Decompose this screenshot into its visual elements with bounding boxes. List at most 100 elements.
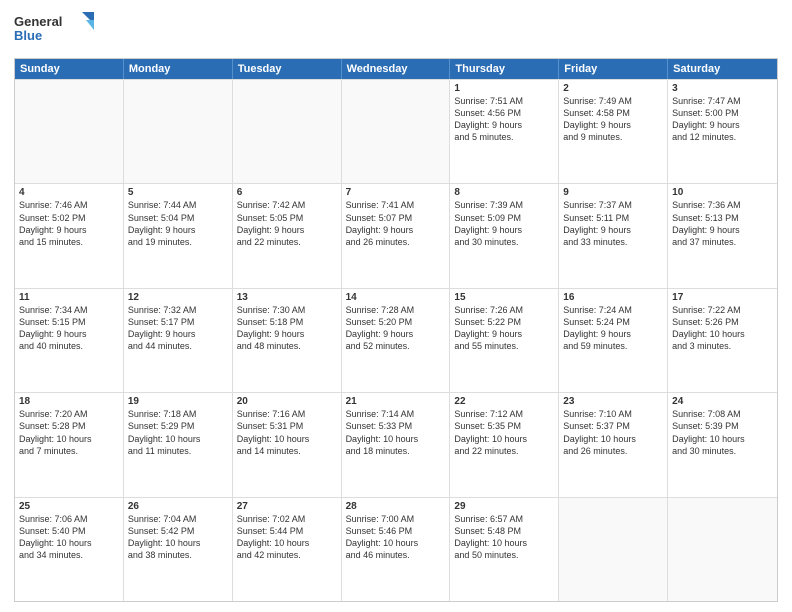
- day-header-saturday: Saturday: [668, 59, 777, 79]
- day-header-wednesday: Wednesday: [342, 59, 451, 79]
- cal-day-21: 21Sunrise: 7:14 AMSunset: 5:33 PMDayligh…: [342, 393, 451, 496]
- cal-day-4: 4Sunrise: 7:46 AMSunset: 5:02 PMDaylight…: [15, 184, 124, 287]
- day-number: 1: [454, 83, 554, 94]
- calendar-week-5: 25Sunrise: 7:06 AMSunset: 5:40 PMDayligh…: [15, 497, 777, 601]
- page: General Blue SundayMondayTuesdayWednesda…: [0, 0, 792, 612]
- day-info: Sunrise: 7:32 AMSunset: 5:17 PMDaylight:…: [128, 304, 228, 353]
- day-info: Sunrise: 7:00 AMSunset: 5:46 PMDaylight:…: [346, 513, 446, 562]
- cal-day-28: 28Sunrise: 7:00 AMSunset: 5:46 PMDayligh…: [342, 498, 451, 601]
- cal-day-13: 13Sunrise: 7:30 AMSunset: 5:18 PMDayligh…: [233, 289, 342, 392]
- cal-day-12: 12Sunrise: 7:32 AMSunset: 5:17 PMDayligh…: [124, 289, 233, 392]
- day-info: Sunrise: 7:41 AMSunset: 5:07 PMDaylight:…: [346, 199, 446, 248]
- day-number: 11: [19, 292, 119, 303]
- day-info: Sunrise: 7:06 AMSunset: 5:40 PMDaylight:…: [19, 513, 119, 562]
- calendar-header: SundayMondayTuesdayWednesdayThursdayFrid…: [15, 59, 777, 79]
- cal-empty: [559, 498, 668, 601]
- day-info: Sunrise: 7:42 AMSunset: 5:05 PMDaylight:…: [237, 199, 337, 248]
- day-info: Sunrise: 7:22 AMSunset: 5:26 PMDaylight:…: [672, 304, 773, 353]
- day-header-sunday: Sunday: [15, 59, 124, 79]
- day-info: Sunrise: 7:36 AMSunset: 5:13 PMDaylight:…: [672, 199, 773, 248]
- day-info: Sunrise: 7:26 AMSunset: 5:22 PMDaylight:…: [454, 304, 554, 353]
- day-number: 3: [672, 83, 773, 94]
- day-info: Sunrise: 7:02 AMSunset: 5:44 PMDaylight:…: [237, 513, 337, 562]
- cal-day-7: 7Sunrise: 7:41 AMSunset: 5:07 PMDaylight…: [342, 184, 451, 287]
- day-number: 2: [563, 83, 663, 94]
- calendar-week-1: 1Sunrise: 7:51 AMSunset: 4:56 PMDaylight…: [15, 79, 777, 183]
- day-info: Sunrise: 7:51 AMSunset: 4:56 PMDaylight:…: [454, 95, 554, 144]
- day-number: 6: [237, 187, 337, 198]
- day-info: Sunrise: 7:46 AMSunset: 5:02 PMDaylight:…: [19, 199, 119, 248]
- day-number: 29: [454, 501, 554, 512]
- day-number: 16: [563, 292, 663, 303]
- calendar-week-4: 18Sunrise: 7:20 AMSunset: 5:28 PMDayligh…: [15, 392, 777, 496]
- day-number: 21: [346, 396, 446, 407]
- day-number: 7: [346, 187, 446, 198]
- day-number: 23: [563, 396, 663, 407]
- day-number: 15: [454, 292, 554, 303]
- cal-day-27: 27Sunrise: 7:02 AMSunset: 5:44 PMDayligh…: [233, 498, 342, 601]
- day-number: 17: [672, 292, 773, 303]
- day-number: 10: [672, 187, 773, 198]
- day-number: 13: [237, 292, 337, 303]
- cal-day-17: 17Sunrise: 7:22 AMSunset: 5:26 PMDayligh…: [668, 289, 777, 392]
- cal-day-29: 29Sunrise: 6:57 AMSunset: 5:48 PMDayligh…: [450, 498, 559, 601]
- day-info: Sunrise: 7:49 AMSunset: 4:58 PMDaylight:…: [563, 95, 663, 144]
- calendar-body: 1Sunrise: 7:51 AMSunset: 4:56 PMDaylight…: [15, 79, 777, 601]
- day-info: Sunrise: 7:08 AMSunset: 5:39 PMDaylight:…: [672, 408, 773, 457]
- cal-day-3: 3Sunrise: 7:47 AMSunset: 5:00 PMDaylight…: [668, 80, 777, 183]
- day-number: 14: [346, 292, 446, 303]
- calendar: SundayMondayTuesdayWednesdayThursdayFrid…: [14, 58, 778, 602]
- cal-empty: [233, 80, 342, 183]
- calendar-week-3: 11Sunrise: 7:34 AMSunset: 5:15 PMDayligh…: [15, 288, 777, 392]
- day-info: Sunrise: 7:14 AMSunset: 5:33 PMDaylight:…: [346, 408, 446, 457]
- day-number: 8: [454, 187, 554, 198]
- day-info: Sunrise: 7:24 AMSunset: 5:24 PMDaylight:…: [563, 304, 663, 353]
- cal-day-16: 16Sunrise: 7:24 AMSunset: 5:24 PMDayligh…: [559, 289, 668, 392]
- day-number: 24: [672, 396, 773, 407]
- logo-svg: General Blue: [14, 10, 94, 52]
- day-info: Sunrise: 7:18 AMSunset: 5:29 PMDaylight:…: [128, 408, 228, 457]
- day-number: 4: [19, 187, 119, 198]
- cal-day-11: 11Sunrise: 7:34 AMSunset: 5:15 PMDayligh…: [15, 289, 124, 392]
- day-info: Sunrise: 7:28 AMSunset: 5:20 PMDaylight:…: [346, 304, 446, 353]
- cal-empty: [668, 498, 777, 601]
- cal-day-6: 6Sunrise: 7:42 AMSunset: 5:05 PMDaylight…: [233, 184, 342, 287]
- day-number: 25: [19, 501, 119, 512]
- cal-day-24: 24Sunrise: 7:08 AMSunset: 5:39 PMDayligh…: [668, 393, 777, 496]
- cal-day-22: 22Sunrise: 7:12 AMSunset: 5:35 PMDayligh…: [450, 393, 559, 496]
- cal-day-2: 2Sunrise: 7:49 AMSunset: 4:58 PMDaylight…: [559, 80, 668, 183]
- day-info: Sunrise: 7:44 AMSunset: 5:04 PMDaylight:…: [128, 199, 228, 248]
- svg-text:General: General: [14, 14, 62, 29]
- day-info: Sunrise: 7:37 AMSunset: 5:11 PMDaylight:…: [563, 199, 663, 248]
- day-number: 28: [346, 501, 446, 512]
- day-number: 9: [563, 187, 663, 198]
- cal-empty: [15, 80, 124, 183]
- day-info: Sunrise: 6:57 AMSunset: 5:48 PMDaylight:…: [454, 513, 554, 562]
- day-info: Sunrise: 7:04 AMSunset: 5:42 PMDaylight:…: [128, 513, 228, 562]
- day-info: Sunrise: 7:10 AMSunset: 5:37 PMDaylight:…: [563, 408, 663, 457]
- calendar-week-2: 4Sunrise: 7:46 AMSunset: 5:02 PMDaylight…: [15, 183, 777, 287]
- cal-day-19: 19Sunrise: 7:18 AMSunset: 5:29 PMDayligh…: [124, 393, 233, 496]
- header: General Blue: [14, 10, 778, 52]
- day-number: 22: [454, 396, 554, 407]
- day-number: 20: [237, 396, 337, 407]
- cal-day-1: 1Sunrise: 7:51 AMSunset: 4:56 PMDaylight…: [450, 80, 559, 183]
- day-info: Sunrise: 7:12 AMSunset: 5:35 PMDaylight:…: [454, 408, 554, 457]
- day-info: Sunrise: 7:30 AMSunset: 5:18 PMDaylight:…: [237, 304, 337, 353]
- cal-empty: [342, 80, 451, 183]
- day-header-friday: Friday: [559, 59, 668, 79]
- cal-day-26: 26Sunrise: 7:04 AMSunset: 5:42 PMDayligh…: [124, 498, 233, 601]
- cal-day-5: 5Sunrise: 7:44 AMSunset: 5:04 PMDaylight…: [124, 184, 233, 287]
- day-info: Sunrise: 7:47 AMSunset: 5:00 PMDaylight:…: [672, 95, 773, 144]
- day-number: 18: [19, 396, 119, 407]
- cal-empty: [124, 80, 233, 183]
- day-info: Sunrise: 7:34 AMSunset: 5:15 PMDaylight:…: [19, 304, 119, 353]
- cal-day-25: 25Sunrise: 7:06 AMSunset: 5:40 PMDayligh…: [15, 498, 124, 601]
- cal-day-14: 14Sunrise: 7:28 AMSunset: 5:20 PMDayligh…: [342, 289, 451, 392]
- day-info: Sunrise: 7:20 AMSunset: 5:28 PMDaylight:…: [19, 408, 119, 457]
- day-header-monday: Monday: [124, 59, 233, 79]
- cal-day-10: 10Sunrise: 7:36 AMSunset: 5:13 PMDayligh…: [668, 184, 777, 287]
- cal-day-15: 15Sunrise: 7:26 AMSunset: 5:22 PMDayligh…: [450, 289, 559, 392]
- cal-day-18: 18Sunrise: 7:20 AMSunset: 5:28 PMDayligh…: [15, 393, 124, 496]
- day-info: Sunrise: 7:39 AMSunset: 5:09 PMDaylight:…: [454, 199, 554, 248]
